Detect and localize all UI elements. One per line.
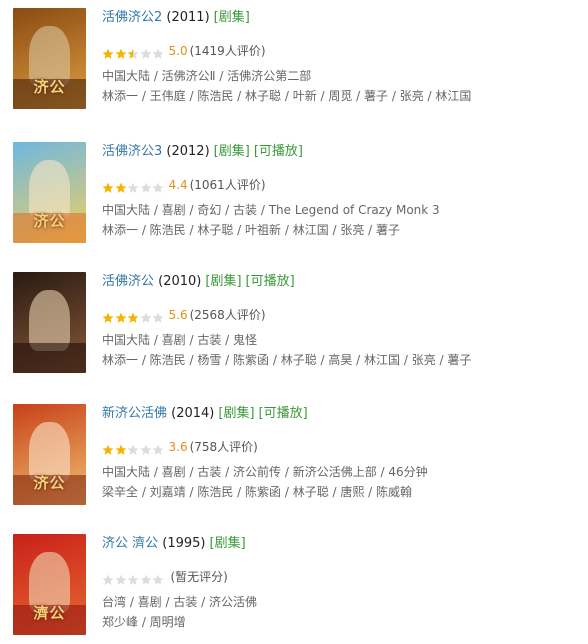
poster-image[interactable]: 济公 — [13, 404, 86, 505]
star-icon — [127, 574, 139, 586]
star-icon — [102, 48, 114, 60]
star-icon — [115, 444, 127, 456]
playable-tag[interactable]: [可播放] — [246, 274, 295, 289]
rating-stars — [102, 571, 165, 585]
series-tag[interactable]: [剧集] — [214, 144, 250, 159]
cast-list: 林添一 / 王伟庭 / 陈浩民 / 林子聪 / 叶新 / 周觅 / 薯子 / 张… — [102, 89, 472, 103]
result-item: 济公 活佛济公2 (2011) [剧集] 5.0 (1419人评价) 中国大陆 / 活佛济… — [0, 8, 588, 118]
star-icon — [127, 182, 139, 194]
title-line: 新济公活佛 (2014) [剧集] [可播放] — [102, 404, 308, 424]
star-icon — [140, 574, 152, 586]
rating-stars — [102, 441, 165, 455]
poster-image[interactable] — [13, 272, 86, 373]
title-link[interactable]: 济公 濟公 — [102, 536, 158, 551]
title-link[interactable]: 新济公活佛 — [102, 406, 167, 421]
rating-stars — [102, 309, 165, 323]
star-icon — [152, 312, 164, 324]
poster-logo: 济公 — [33, 474, 66, 492]
poster-figure — [29, 290, 70, 351]
rating-line: 5.6 (2568人评价) — [102, 306, 266, 324]
result-item: 活佛济公 (2010) [剧集] [可播放] 5.6 (2568人评价) 中国大陆 / 喜… — [0, 272, 588, 382]
poster-band — [13, 342, 86, 373]
release-year: (1995) — [162, 536, 206, 551]
title-link[interactable]: 活佛济公 — [102, 274, 154, 289]
playable-tag[interactable]: [可播放] — [259, 406, 308, 421]
poster-image[interactable]: 济公 — [13, 142, 86, 243]
star-icon — [152, 574, 164, 586]
meta-info: 中国大陆 / 喜剧 / 古装 / 济公前传 / 新济公活佛上部 / 46分钟 — [102, 465, 428, 479]
meta-info: 中国大陆 / 活佛济公Ⅱ / 活佛济公第二部 — [102, 69, 312, 83]
title-line: 活佛济公2 (2011) [剧集] — [102, 8, 250, 28]
poster-image[interactable]: 濟公 — [13, 534, 86, 635]
poster-logo: 济公 — [33, 78, 66, 96]
star-icon — [140, 182, 152, 194]
series-tag[interactable]: [剧集] — [218, 406, 254, 421]
rating-stars — [102, 179, 165, 193]
cast-list: 林添一 / 陈浩民 / 杨雪 / 陈紫函 / 林子聪 / 高昊 / 林江国 / … — [102, 353, 472, 367]
result-item: 濟公 济公 濟公 (1995) [剧集] (暂无评分) 台湾 / 喜剧 / 古装 / 济… — [0, 534, 588, 644]
series-tag[interactable]: [剧集] — [210, 536, 246, 551]
star-icon — [140, 444, 152, 456]
release-year: (2010) — [158, 274, 202, 289]
rating-line: (暂无评分) — [102, 568, 228, 586]
rating-score: 4.4 — [168, 178, 188, 192]
star-icon — [152, 48, 164, 60]
star-icon — [152, 182, 164, 194]
vote-count: (暂无评分) — [170, 570, 228, 584]
star-icon — [102, 574, 114, 586]
title-line: 活佛济公3 (2012) [剧集] [可播放] — [102, 142, 303, 162]
result-item: 济公 新济公活佛 (2014) [剧集] [可播放] 3.6 (758人评价) 中国大陆 /… — [0, 404, 588, 514]
star-icon — [127, 444, 139, 456]
rating-line: 3.6 (758人评价) — [102, 438, 258, 456]
vote-count: (1061人评价) — [189, 178, 266, 192]
star-icon — [115, 312, 127, 324]
cast-list: 郑少峰 / 周明增 — [102, 615, 186, 629]
release-year: (2014) — [171, 406, 215, 421]
poster-image[interactable]: 济公 — [13, 8, 86, 109]
star-icon — [140, 48, 152, 60]
rating-stars — [102, 45, 165, 59]
cast-list: 林添一 / 陈浩民 / 林子聪 / 叶祖新 / 林江国 / 张亮 / 薯子 — [102, 223, 401, 237]
star-icon — [127, 312, 139, 324]
cast-list: 梁辛全 / 刘嘉靖 / 陈浩民 / 陈紫函 / 林子聪 / 唐熙 / 陈威翰 — [102, 485, 413, 499]
star-icon — [152, 444, 164, 456]
star-icon — [115, 182, 127, 194]
meta-info: 中国大陆 / 喜剧 / 古装 / 鬼怪 — [102, 333, 258, 347]
release-year: (2011) — [166, 10, 210, 25]
star-icon — [102, 312, 114, 324]
star-icon — [115, 574, 127, 586]
vote-count: (1419人评价) — [189, 44, 266, 58]
star-icon — [127, 48, 139, 60]
star-icon — [102, 182, 114, 194]
title-link[interactable]: 活佛济公2 — [102, 10, 162, 25]
rating-score: 5.6 — [168, 308, 188, 322]
vote-count: (2568人评价) — [189, 308, 266, 322]
star-icon — [102, 444, 114, 456]
series-tag[interactable]: [剧集] — [214, 10, 250, 25]
title-link[interactable]: 活佛济公3 — [102, 144, 162, 159]
series-tag[interactable]: [剧集] — [205, 274, 241, 289]
playable-tag[interactable]: [可播放] — [254, 144, 303, 159]
poster-logo: 濟公 — [33, 604, 66, 622]
rating-line: 4.4 (1061人评价) — [102, 176, 266, 194]
rating-score: 3.6 — [168, 440, 188, 454]
rating-score: 5.0 — [168, 44, 188, 58]
release-year: (2012) — [166, 144, 210, 159]
star-icon — [140, 312, 152, 324]
poster-logo: 济公 — [33, 212, 66, 230]
result-item: 济公 活佛济公3 (2012) [剧集] [可播放] 4.4 (1061人评价) 中国大陆 … — [0, 142, 588, 252]
star-icon — [115, 48, 127, 60]
title-line: 济公 濟公 (1995) [剧集] — [102, 534, 246, 554]
rating-line: 5.0 (1419人评价) — [102, 42, 266, 60]
vote-count: (758人评价) — [189, 440, 258, 454]
meta-info: 中国大陆 / 喜剧 / 奇幻 / 古装 / The Legend of Craz… — [102, 203, 440, 217]
title-line: 活佛济公 (2010) [剧集] [可播放] — [102, 272, 295, 292]
meta-info: 台湾 / 喜剧 / 古装 / 济公活佛 — [102, 595, 258, 609]
